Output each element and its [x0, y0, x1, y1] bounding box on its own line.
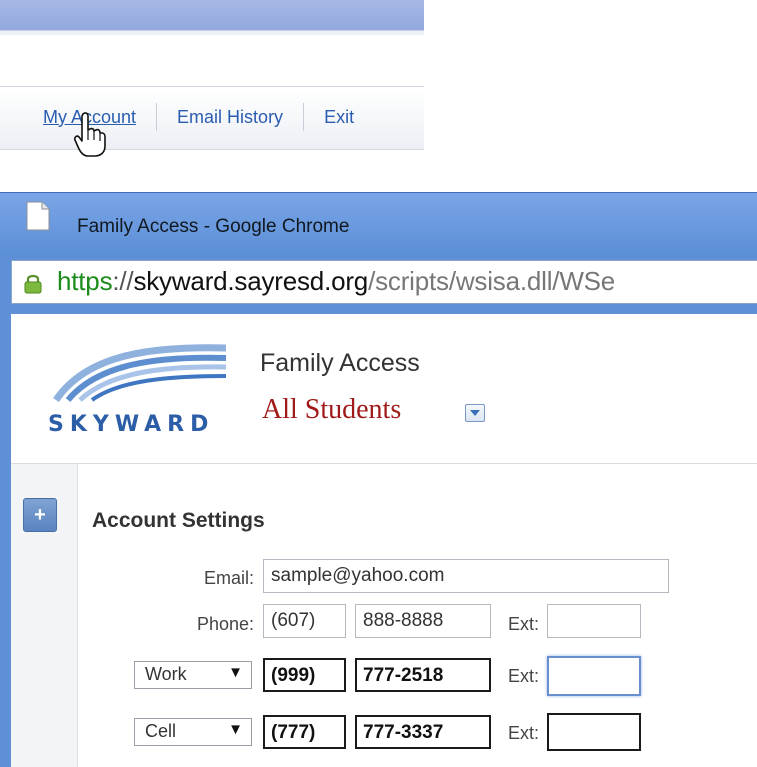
url-separator: :// — [112, 266, 134, 296]
phone-type-select-work[interactable]: Work ▼ — [134, 661, 252, 689]
page-icon — [26, 201, 50, 231]
dropdown-arrow-icon: ▼ — [228, 721, 243, 738]
lock-icon — [24, 274, 42, 294]
url-host: skyward.sayresd.org — [133, 266, 369, 296]
url-text: https://skyward.sayresd.org/scripts/wsis… — [57, 266, 615, 297]
cell-area-field[interactable]: (777) — [263, 715, 346, 749]
skyward-logo: SKYWARD — [48, 344, 226, 434]
account-nav: My Account Email History Exit — [0, 103, 374, 131]
menu-bar — [0, 0, 424, 31]
url-scheme: https — [57, 266, 113, 296]
phone-type-select-cell[interactable]: Cell ▼ — [134, 718, 252, 746]
address-bar[interactable]: https://skyward.sayresd.org/scripts/wsis… — [11, 260, 757, 304]
title-bar: Family Access - Google Chrome — [0, 193, 757, 257]
app-header: SKYWARD Family Access All Students — [11, 314, 757, 464]
cell-ext-field[interactable] — [547, 713, 641, 751]
phone-ext-field[interactable] — [547, 604, 641, 638]
phone-label: Phone: — [196, 614, 254, 634]
left-pane: + — [11, 464, 78, 767]
email-label: Email: — [203, 568, 254, 588]
phone-area-field[interactable]: (607) — [263, 604, 346, 638]
ext-label: Ext: — [507, 614, 539, 634]
menu-bar-shadow — [0, 31, 424, 35]
work-number-field[interactable]: 777-2518 — [355, 658, 491, 692]
page-content: SKYWARD Family Access All Students + — [11, 314, 757, 767]
window-title: Family Access - Google Chrome — [77, 216, 350, 237]
work-ext-field[interactable] — [547, 656, 641, 696]
cell-number-field[interactable]: 777-3337 — [355, 715, 491, 749]
url-path: /scripts/wsisa.dll/WSe — [368, 266, 616, 296]
app-title: Family Access — [260, 349, 420, 377]
section-title: Account Settings — [92, 509, 265, 532]
hand-pointer-icon — [74, 112, 106, 157]
expand-plus-button[interactable]: + — [23, 498, 57, 532]
phone-number-field[interactable]: 888-8888 — [355, 604, 491, 638]
ext-label: Ext: — [507, 666, 539, 686]
ext-label: Ext: — [507, 723, 539, 743]
email-history-link[interactable]: Email History — [157, 107, 303, 128]
student-selector-label[interactable]: All Students — [262, 394, 401, 426]
logo-wordmark: SKYWARD — [48, 412, 214, 434]
email-field[interactable]: sample@yahoo.com — [263, 559, 669, 593]
exit-link[interactable]: Exit — [304, 107, 374, 128]
phone-type-value: Work — [145, 664, 187, 684]
dropdown-arrow-icon: ▼ — [228, 664, 243, 681]
phone-type-value: Cell — [145, 721, 177, 741]
work-area-field[interactable]: (999) — [263, 658, 346, 692]
student-dropdown-button[interactable] — [465, 404, 485, 422]
